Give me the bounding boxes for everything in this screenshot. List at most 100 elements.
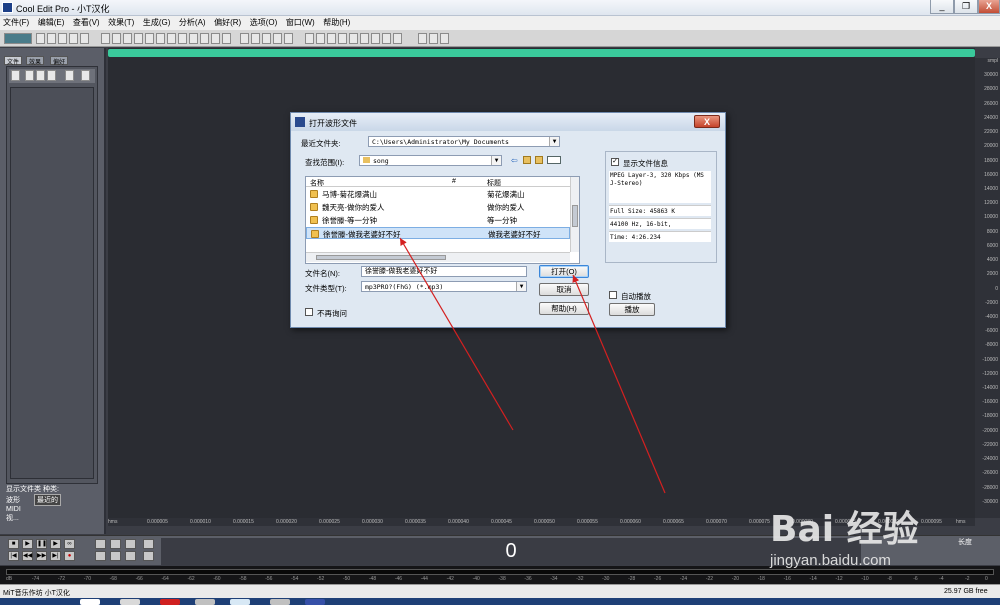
organizer-close-icon[interactable] — [25, 70, 34, 81]
sort-select[interactable]: 最近的 — [33, 494, 61, 506]
view-menu-icon[interactable] — [547, 156, 561, 164]
dont-ask-checkbox[interactable] — [305, 308, 313, 316]
zoom-in-h-icon[interactable] — [95, 539, 106, 549]
type-wave-item[interactable]: 波形 — [6, 497, 20, 504]
silence-icon[interactable] — [178, 33, 187, 44]
type-midi-item[interactable]: MIDI — [6, 506, 61, 513]
zoom-right-h-icon[interactable] — [110, 551, 121, 561]
organizer-file-list[interactable] — [10, 87, 94, 479]
organizer-multitrack-icon[interactable] — [65, 70, 74, 81]
new-folder-icon[interactable] — [535, 156, 543, 164]
noise-icon[interactable] — [189, 33, 198, 44]
zoom-right-icon[interactable] — [349, 33, 358, 44]
save-icon[interactable] — [58, 33, 67, 44]
amplify-icon[interactable] — [200, 33, 209, 44]
menu-analyze[interactable]: 分析(A) — [176, 16, 209, 29]
zoom-left-h-icon[interactable] — [95, 551, 106, 561]
loop-button[interactable]: ∞ — [64, 539, 75, 549]
reverb-icon[interactable] — [222, 33, 231, 44]
file-list-vscroll[interactable] — [570, 177, 579, 252]
zoom-full-h-icon[interactable] — [125, 539, 136, 549]
show-info-checkbox[interactable]: ✓ — [611, 158, 619, 166]
tab-effects[interactable]: 效果 — [26, 56, 45, 66]
zoom-out-h-icon[interactable] — [110, 539, 121, 549]
redo-icon[interactable] — [112, 33, 121, 44]
filetype-select[interactable]: mp3PRO?(FhG) (*.mp3) ▼ — [361, 281, 527, 292]
scroll-thumb[interactable] — [572, 205, 578, 227]
look-in-select[interactable]: song ▼ — [359, 155, 502, 166]
menu-effects[interactable]: 效果(T) — [105, 16, 137, 29]
new-icon[interactable] — [36, 33, 45, 44]
taskbar-item[interactable] — [270, 599, 290, 605]
autoplay-checkbox[interactable] — [609, 291, 617, 299]
close-button[interactable]: X — [978, 0, 1000, 14]
trim-icon[interactable] — [167, 33, 176, 44]
play-to-end-button[interactable]: ▶ — [50, 539, 61, 549]
phase-icon[interactable] — [273, 33, 282, 44]
playlist-icon[interactable] — [393, 33, 402, 44]
stop-button[interactable]: ■ — [8, 539, 19, 549]
taskbar-item[interactable] — [80, 599, 100, 605]
zoom-left-icon[interactable] — [338, 33, 347, 44]
open-button[interactable]: 打开(O) — [539, 265, 589, 278]
zoom-out-icon[interactable] — [316, 33, 325, 44]
tab-favorites[interactable]: 偏好 — [50, 56, 69, 66]
taskbar-item[interactable] — [195, 599, 215, 605]
open-icon[interactable] — [47, 33, 56, 44]
zoom-selection-icon[interactable] — [371, 33, 380, 44]
fast-forward-button[interactable]: ▶▶ — [36, 551, 47, 561]
go-end-button[interactable]: ▶| — [50, 551, 61, 561]
analysis-icon[interactable] — [251, 33, 260, 44]
zoom-out-v-icon[interactable] — [143, 551, 154, 561]
dialog-close-button[interactable]: X — [694, 115, 720, 128]
back-icon[interactable]: ⇦ — [511, 156, 519, 165]
restore-button[interactable]: ❐ — [954, 0, 978, 14]
go-start-button[interactable]: |◀ — [8, 551, 19, 561]
close-file-icon[interactable] — [80, 33, 89, 44]
up-folder-icon[interactable] — [523, 156, 531, 164]
organizer-edit-icon[interactable] — [36, 70, 45, 81]
menu-edit[interactable]: 编辑(E) — [35, 16, 68, 29]
pause-button[interactable]: ❚❚ — [36, 539, 47, 549]
scroll-thumb[interactable] — [316, 255, 446, 260]
taskbar-item[interactable] — [230, 599, 250, 605]
organizer-open-icon[interactable] — [11, 70, 20, 81]
zoom-selection-h-icon[interactable] — [125, 551, 136, 561]
taskbar-item[interactable] — [305, 599, 325, 605]
menu-generate[interactable]: 生成(G) — [140, 16, 174, 29]
organizer-help-icon[interactable] — [81, 70, 90, 81]
mix-paste-icon[interactable] — [156, 33, 165, 44]
cancel-button[interactable]: 取消 — [539, 283, 589, 296]
minimize-button[interactable]: _ — [930, 0, 954, 14]
spectral-icon[interactable] — [240, 33, 249, 44]
play-preview-button[interactable]: 播放 — [609, 303, 655, 316]
tab-files[interactable]: 文件 — [4, 56, 23, 66]
help-icon[interactable] — [440, 33, 449, 44]
rewind-button[interactable]: ◀◀ — [22, 551, 33, 561]
menu-help[interactable]: 帮助(H) — [320, 16, 353, 29]
zoom-in-icon[interactable] — [305, 33, 314, 44]
file-list[interactable]: 名称 # 标题 马博-菊花爆满山 菊花爆满山 魏天亮-做你的爱人 做你的爱人 徐… — [305, 176, 580, 264]
column-number[interactable]: # — [452, 178, 456, 185]
zoom-in-v-icon[interactable] — [143, 539, 154, 549]
file-row[interactable]: 魏天亮-做你的爱人 做你的爱人 — [306, 201, 570, 213]
zoom-vertical-icon[interactable] — [360, 33, 369, 44]
column-title[interactable]: 标题 — [487, 178, 501, 188]
play-button[interactable]: ▶ — [22, 539, 33, 549]
paste-icon[interactable] — [145, 33, 154, 44]
menu-options[interactable]: 选项(O) — [247, 16, 281, 29]
help-button[interactable]: 帮助(H) — [539, 302, 589, 315]
cut-icon[interactable] — [123, 33, 132, 44]
cd-icon[interactable] — [429, 33, 438, 44]
type-video-item[interactable]: 视... — [6, 513, 61, 523]
column-name[interactable]: 名称 — [310, 178, 324, 188]
settings-icon[interactable] — [418, 33, 427, 44]
file-row[interactable]: 马博-菊花爆满山 菊花爆满山 — [306, 188, 570, 200]
record-button[interactable]: ● — [64, 551, 75, 561]
menu-file[interactable]: 文件(F) — [0, 16, 32, 29]
waveform-overview-bar[interactable] — [108, 49, 975, 57]
file-row-selected[interactable]: 徐誉滕-做我老婆好不好 做我老婆好不好 — [306, 227, 570, 239]
filter-icon[interactable] — [211, 33, 220, 44]
menu-favorites[interactable]: 偏好(R) — [211, 16, 244, 29]
filename-input[interactable]: 徐誉滕-做我老婆好不好 — [361, 266, 527, 277]
